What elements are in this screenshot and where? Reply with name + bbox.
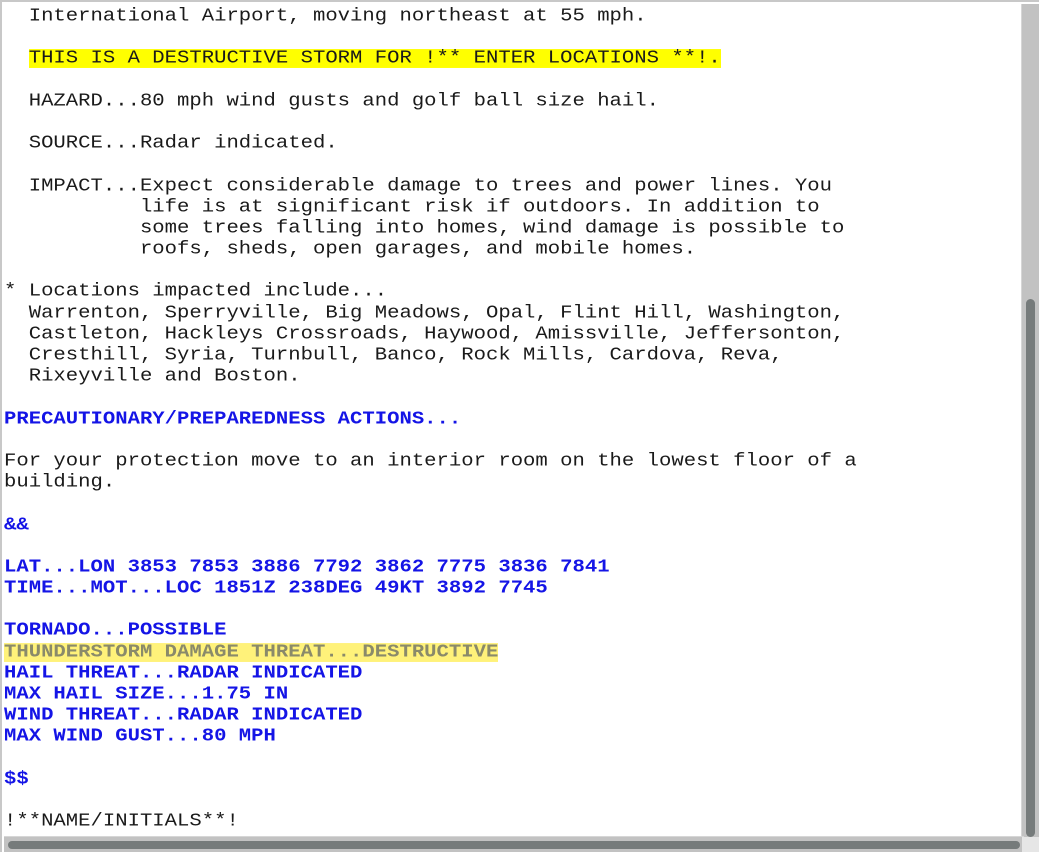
locked-product-text: WIND THREAT...RADAR INDICATED [4, 705, 363, 727]
locked-product-text: MAX WIND GUST...80 MPH [4, 726, 276, 748]
text-line: International Airport, moving northeast … [4, 7, 1024, 26]
vertical-scrollbar-thumb[interactable] [1026, 299, 1035, 837]
text-line: HAZARD...80 mph wind gusts and golf ball… [4, 92, 1024, 111]
text-line: $$ [4, 770, 1024, 789]
text-line: life is at significant risk if outdoors.… [4, 198, 1024, 217]
text-line [4, 28, 1024, 47]
editable-text[interactable]: !**NAME/INITIALS**! [4, 812, 239, 831]
editable-text[interactable]: some trees falling into homes, wind dama… [4, 219, 844, 238]
text-line [4, 749, 1024, 768]
text-line: MAX HAIL SIZE...1.75 IN [4, 685, 1024, 704]
locked-product-text: MAX HAIL SIZE...1.75 IN [4, 684, 289, 705]
warning-text-area[interactable]: International Airport, moving northeast … [4, 6, 1024, 838]
text-line: !**NAME/INITIALS**! [4, 812, 1024, 831]
locked-product-text: HAIL THREAT...RADAR INDICATED [4, 662, 363, 684]
editable-text[interactable]: life is at significant risk if outdoors.… [4, 198, 820, 217]
text-line: SOURCE...Radar indicated. [4, 134, 1024, 153]
text-line: THIS IS A DESTRUCTIVE STORM FOR !** ENTE… [4, 49, 1024, 69]
text-line [4, 71, 1024, 90]
editable-text[interactable]: * Locations impacted include... [4, 282, 387, 301]
text-line: building. [4, 473, 1024, 492]
text-line: For your protection move to an interior … [4, 452, 1024, 471]
text-line [4, 261, 1024, 280]
editable-text[interactable]: Castleton, Hackleys Crossroads, Haywood,… [4, 325, 845, 344]
text-line [4, 388, 1024, 407]
text-line: TORNADO...POSSIBLE [4, 621, 1024, 640]
horizontal-scrollbar[interactable] [4, 836, 1024, 852]
text-line [4, 600, 1024, 619]
text-line [4, 431, 1024, 450]
editable-text[interactable]: roofs, sheds, open garages, and mobile h… [4, 240, 696, 259]
text-line: MAX WIND GUST...80 MPH [4, 727, 1024, 746]
text-line [4, 791, 1024, 810]
locked-product-text: TORNADO...POSSIBLE [4, 620, 227, 642]
text-line: Castleton, Hackleys Crossroads, Haywood,… [4, 325, 1024, 344]
editable-text[interactable]: Rixeyville and Boston. [4, 367, 301, 386]
editable-text[interactable]: building. [4, 473, 115, 492]
text-line: THUNDERSTORM DAMAGE THREAT...DESTRUCTIVE [4, 643, 1024, 662]
highlighted-damage-threat-tag[interactable]: THUNDERSTORM DAMAGE THREAT...DESTRUCTIVE [4, 643, 499, 662]
locked-product-text: TIME...MOT...LOC 1851Z 238DEG 49KT 3892 … [4, 578, 548, 599]
editable-text[interactable]: IMPACT...Expect considerable damage to t… [4, 176, 832, 196]
horizontal-scrollbar-thumb[interactable] [8, 841, 1020, 849]
editable-text[interactable]: HAZARD...80 mph wind gusts and golf ball… [4, 92, 659, 111]
locked-product-text: && [4, 514, 29, 536]
text-line [4, 537, 1024, 556]
text-line: HAIL THREAT...RADAR INDICATED [4, 664, 1024, 683]
text-line: LAT...LON 3853 7853 3886 7792 3862 7775 … [4, 558, 1024, 577]
text-line: WIND THREAT...RADAR INDICATED [4, 706, 1024, 725]
text-line: some trees falling into homes, wind dama… [4, 219, 1024, 238]
text-line: PRECAUTIONARY/PREPAREDNESS ACTIONS... [4, 408, 1024, 430]
editable-text[interactable]: SOURCE...Radar indicated. [4, 134, 338, 153]
editable-text[interactable]: Cresthill, Syria, Turnbull, Banco, Rock … [4, 346, 783, 365]
locked-product-text: $$ [4, 768, 29, 790]
locked-product-text: LAT...LON 3853 7853 3886 7792 3862 7775 … [4, 557, 610, 578]
text-line: && [4, 514, 1024, 536]
scrollbar-corner [1022, 837, 1039, 852]
text-line [4, 155, 1024, 174]
text-line [4, 494, 1024, 513]
locked-product-text: PRECAUTIONARY/PREPAREDNESS ACTIONS... [4, 408, 462, 430]
text-line [4, 113, 1024, 132]
text-line: * Locations impacted include... [4, 282, 1024, 301]
text-line: roofs, sheds, open garages, and mobile h… [4, 240, 1024, 259]
editable-text[interactable]: International Airport, moving northeast … [4, 7, 647, 26]
editable-text[interactable]: For your protection move to an interior … [4, 452, 857, 471]
text-line: Cresthill, Syria, Turnbull, Banco, Rock … [4, 346, 1024, 365]
text-line: TIME...MOT...LOC 1851Z 238DEG 49KT 3892 … [4, 579, 1024, 598]
vertical-scrollbar[interactable] [1021, 4, 1039, 838]
text-editor[interactable]: International Airport, moving northeast … [0, 0, 1039, 852]
text-line: IMPACT...Expect considerable damage to t… [4, 176, 1024, 196]
text-line: Warrenton, Sperryville, Big Meadows, Opa… [4, 304, 1024, 323]
highlighted-location-placeholder[interactable]: THIS IS A DESTRUCTIVE STORM FOR !** ENTE… [28, 49, 721, 69]
text-line: Rixeyville and Boston. [4, 367, 1024, 386]
editable-text[interactable]: Warrenton, Sperryville, Big Meadows, Opa… [4, 304, 845, 323]
